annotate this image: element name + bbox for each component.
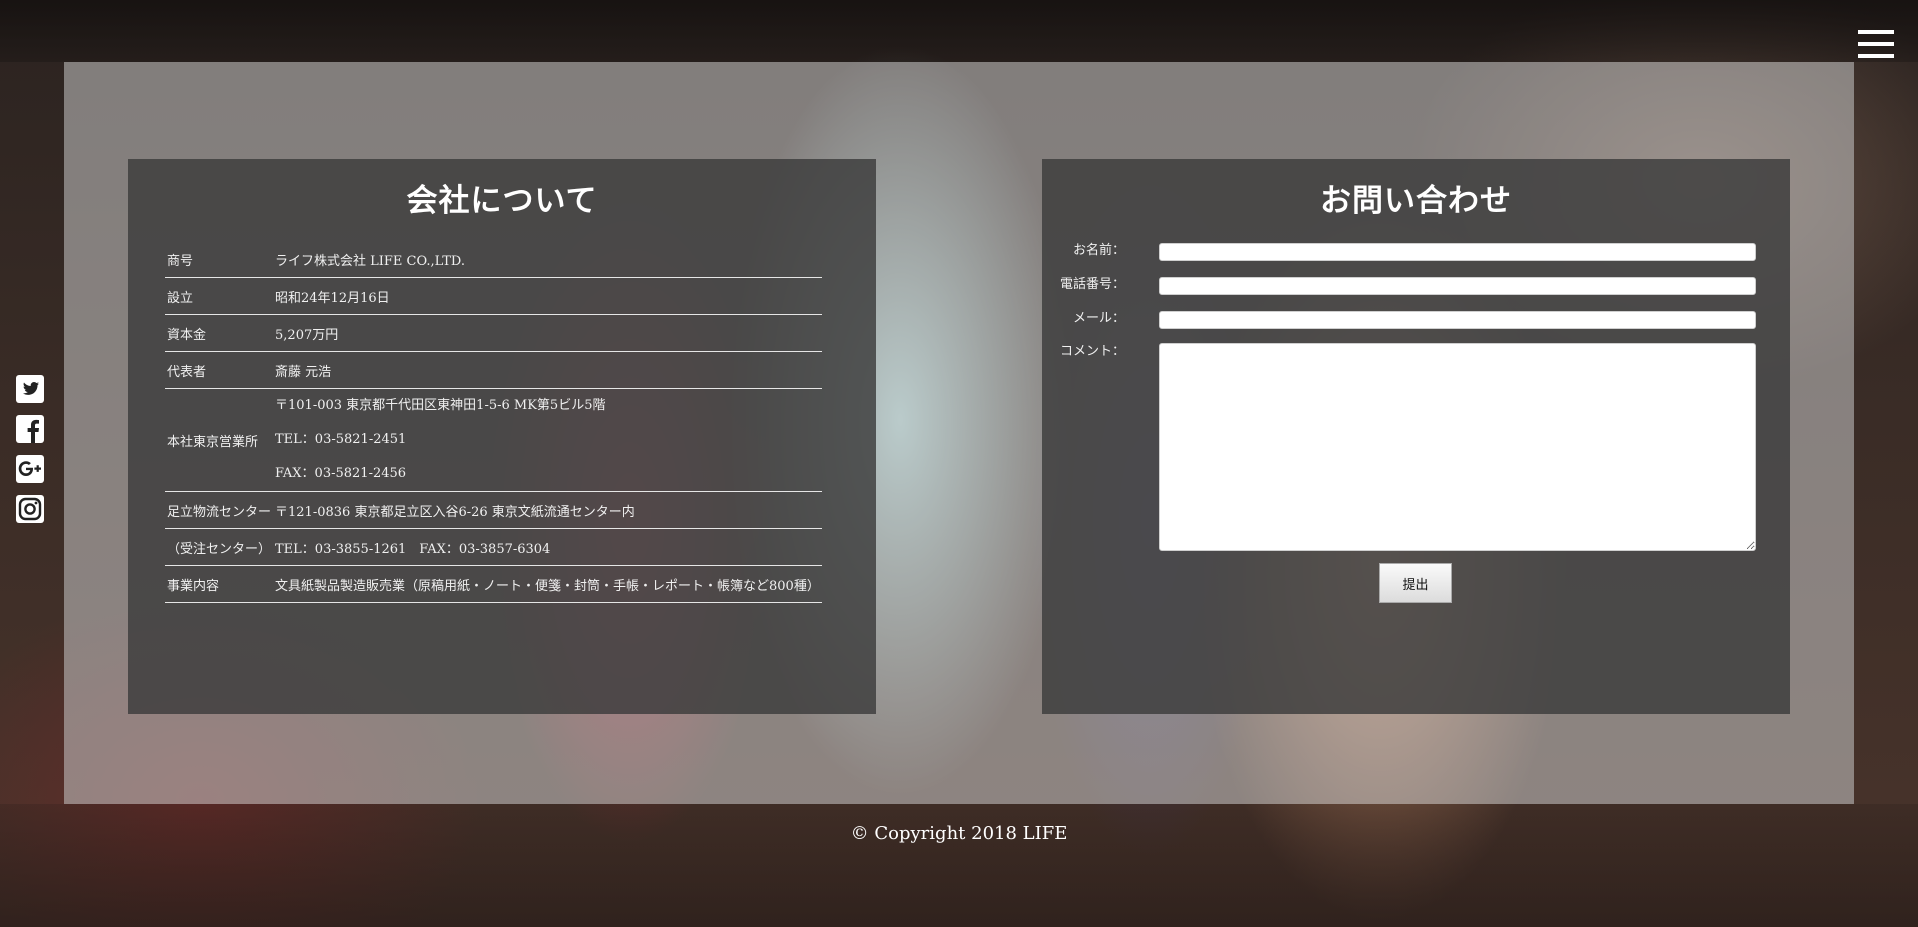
- submit-button[interactable]: 提出: [1379, 563, 1452, 603]
- phone-label: 電話番号：: [1059, 277, 1125, 292]
- row-label: 事業内容: [165, 565, 274, 603]
- menu-bar: [1858, 30, 1894, 34]
- row-value: 昭和24年12月16日: [273, 277, 822, 315]
- row-label: （受注センター）: [165, 528, 274, 566]
- social-links: [15, 374, 45, 534]
- row-value: 文具紙製品製造販売業（原稿用紙・ノート・便箋・封筒・手帳・レポート・帳簿など80…: [273, 565, 822, 603]
- table-row: 足立物流センター 〒121-0836 東京都足立区入谷6-26 東京文紙流通セン…: [165, 491, 822, 529]
- comment-label: コメント：: [1059, 344, 1125, 359]
- name-label: お名前：: [1072, 243, 1125, 258]
- menu-bar: [1858, 54, 1894, 58]
- email-label: メール：: [1072, 311, 1125, 326]
- table-row: 商号 ライフ株式会社 LIFE CO.,LTD.: [165, 241, 822, 278]
- twitter-icon[interactable]: [15, 374, 45, 404]
- table-row: 本社東京営業所 〒101-003 東京都千代田区東神田1-5-6 MK第5ビル5…: [165, 388, 822, 492]
- phone-input[interactable]: [1159, 277, 1756, 295]
- address-line: 〒101-003 東京都千代田区東神田1-5-6 MK第5ビル5階: [275, 398, 606, 413]
- row-value: 斎藤 元浩: [273, 351, 822, 389]
- contact-form-title: お問い合わせ: [1320, 183, 1512, 219]
- row-value: 5,207万円: [273, 314, 822, 352]
- table-row: 設立 昭和24年12月16日: [165, 277, 822, 315]
- table-row: 資本金 5,207万円: [165, 314, 822, 352]
- row-value: 〒121-0836 東京都足立区入谷6-26 東京文紙流通センター内: [273, 491, 822, 529]
- row-label: 設立: [165, 277, 274, 315]
- company-info-title: 会社について: [406, 183, 598, 219]
- table-row: 事業内容 文具紙製品製造販売業（原稿用紙・ノート・便箋・封筒・手帳・レポート・帳…: [165, 565, 822, 603]
- fax-line: FAX：03-5821-2456: [275, 466, 407, 481]
- table-row: （受注センター） TEL：03-3855-1261 FAX：03-3857-63…: [165, 528, 822, 566]
- row-value: 〒101-003 東京都千代田区東神田1-5-6 MK第5ビル5階 TEL：03…: [273, 388, 822, 492]
- row-value: ライフ株式会社 LIFE CO.,LTD.: [273, 241, 822, 278]
- menu-bar: [1858, 42, 1894, 46]
- google-plus-icon[interactable]: [15, 454, 45, 484]
- hamburger-menu-icon[interactable]: [1858, 30, 1894, 60]
- row-label: 商号: [165, 241, 274, 278]
- row-label: 本社東京営業所: [165, 388, 274, 492]
- instagram-icon[interactable]: [15, 494, 45, 524]
- copyright-text: © Copyright 2018 LIFE: [850, 823, 1068, 844]
- contact-form-panel: お問い合わせ お名前： 電話番号： メール： コメント： 提出: [1042, 159, 1790, 714]
- row-value: TEL：03-3855-1261 FAX：03-3857-6304: [273, 528, 822, 566]
- name-input[interactable]: [1159, 243, 1756, 261]
- content-sheet: 会社について 商号 ライフ株式会社 LIFE CO.,LTD. 設立 昭和24年…: [64, 62, 1854, 804]
- row-label: 資本金: [165, 314, 274, 352]
- background-top-shade: [0, 0, 1918, 62]
- email-input[interactable]: [1159, 311, 1756, 329]
- phone-line: TEL：03-5821-2451: [275, 432, 407, 447]
- row-label: 足立物流センター: [165, 491, 274, 529]
- row-label: 代表者: [165, 351, 274, 389]
- comment-textarea[interactable]: [1159, 343, 1756, 551]
- facebook-icon[interactable]: [15, 414, 45, 444]
- table-row: 代表者 斎藤 元浩: [165, 351, 822, 389]
- company-info-panel: 会社について 商号 ライフ株式会社 LIFE CO.,LTD. 設立 昭和24年…: [128, 159, 876, 714]
- company-info-table: 商号 ライフ株式会社 LIFE CO.,LTD. 設立 昭和24年12月16日 …: [165, 241, 822, 603]
